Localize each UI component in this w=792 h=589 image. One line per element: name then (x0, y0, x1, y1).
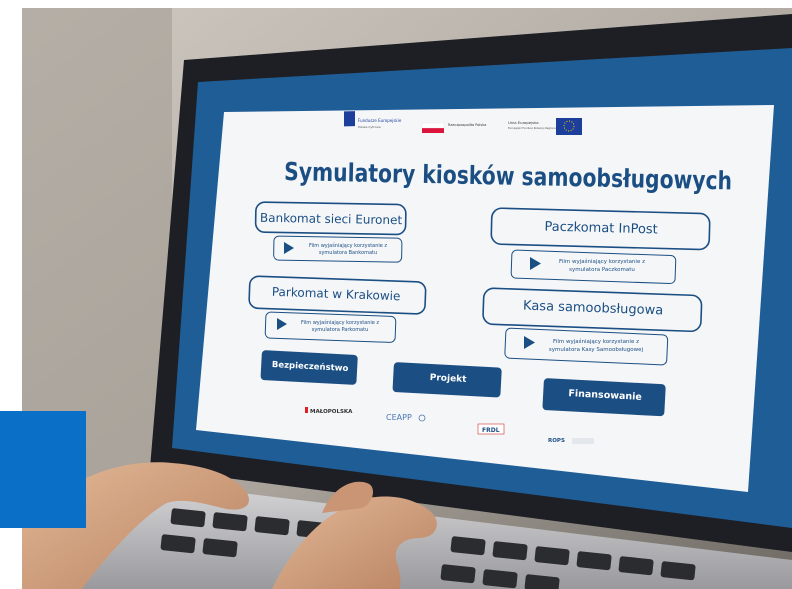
funding-button[interactable]: Finansowanie (542, 378, 666, 417)
video-line2: symulatora Paczkomatu (569, 267, 635, 273)
simulator-button-bankomat[interactable]: Bankomat sieci Euronet (254, 201, 407, 236)
video-button-kasa[interactable]: Film wyjaśniający korzystanie z symulato… (504, 327, 669, 366)
ceapp-text: CEAPP (386, 413, 412, 422)
ue-sub-text: Europejski Fundusz Rozwoju Regionalnego (508, 126, 563, 130)
video-line2: symulatora Kasy Samoobsługowej (549, 347, 644, 353)
poland-flag-icon (422, 128, 444, 133)
poland-flag-white (421, 122, 445, 129)
project-button[interactable]: Projekt (392, 362, 502, 398)
project-label: Projekt (430, 373, 468, 385)
laptop-photo: Fundusze Europejskie Polska Cyfrowa Rzec… (22, 8, 792, 589)
video-line1: Film wyjaśniający korzystanie z (553, 338, 639, 345)
security-button[interactable]: Bezpieczeństwo (260, 350, 358, 385)
video-line1: Film wyjaśniający korzystanie z (309, 242, 387, 249)
simulator-button-parkomat[interactable]: Parkomat w Krakowie (248, 275, 427, 315)
video-line1: Film wyjaśniający korzystanie z (301, 319, 379, 326)
ue-text: Unia Europejska (508, 120, 539, 125)
simulator-label: Bankomat sieci Euronet (260, 211, 403, 227)
video-line1: Film wyjaśniający korzystanie z (559, 258, 645, 265)
video-line2: symulatora Bankomatu (319, 250, 377, 256)
fundusze-logo-icon (344, 111, 355, 127)
fundusze-logo-text: Fundusze Europejskie (358, 118, 402, 123)
laptop-scene: Fundusze Europejskie Polska Cyfrowa Rzec… (22, 8, 792, 589)
malopolska-text: MAŁOPOLSKA (310, 409, 353, 415)
video-button-bankomat[interactable]: Film wyjaśniający korzystanie z symulato… (273, 235, 403, 263)
frdl-text: FRDL (482, 427, 500, 434)
rops-text: ROPS (548, 438, 565, 444)
rzeczpospolita-text: Rzeczpospolita Polska (448, 123, 486, 127)
video-line2: symulatora Parkomatu (312, 327, 369, 333)
blue-accent-square (0, 411, 86, 528)
malopolska-icon (305, 407, 308, 413)
video-button-paczkomat[interactable]: Film wyjaśniający korzystanie z symulato… (510, 249, 677, 285)
eu-flag-icon (556, 118, 582, 135)
simulator-label: Paczkomat InPost (544, 220, 658, 238)
simulator-button-paczkomat[interactable]: Paczkomat InPost (490, 207, 711, 251)
simulator-button-kasa[interactable]: Kasa samoobsługowa (482, 287, 703, 333)
fundusze-logo-sub: Polska Cyfrowa (358, 125, 381, 129)
rops-subtext-placeholder (572, 438, 594, 444)
video-button-parkomat[interactable]: Film wyjaśniający korzystanie z symulato… (264, 311, 397, 343)
